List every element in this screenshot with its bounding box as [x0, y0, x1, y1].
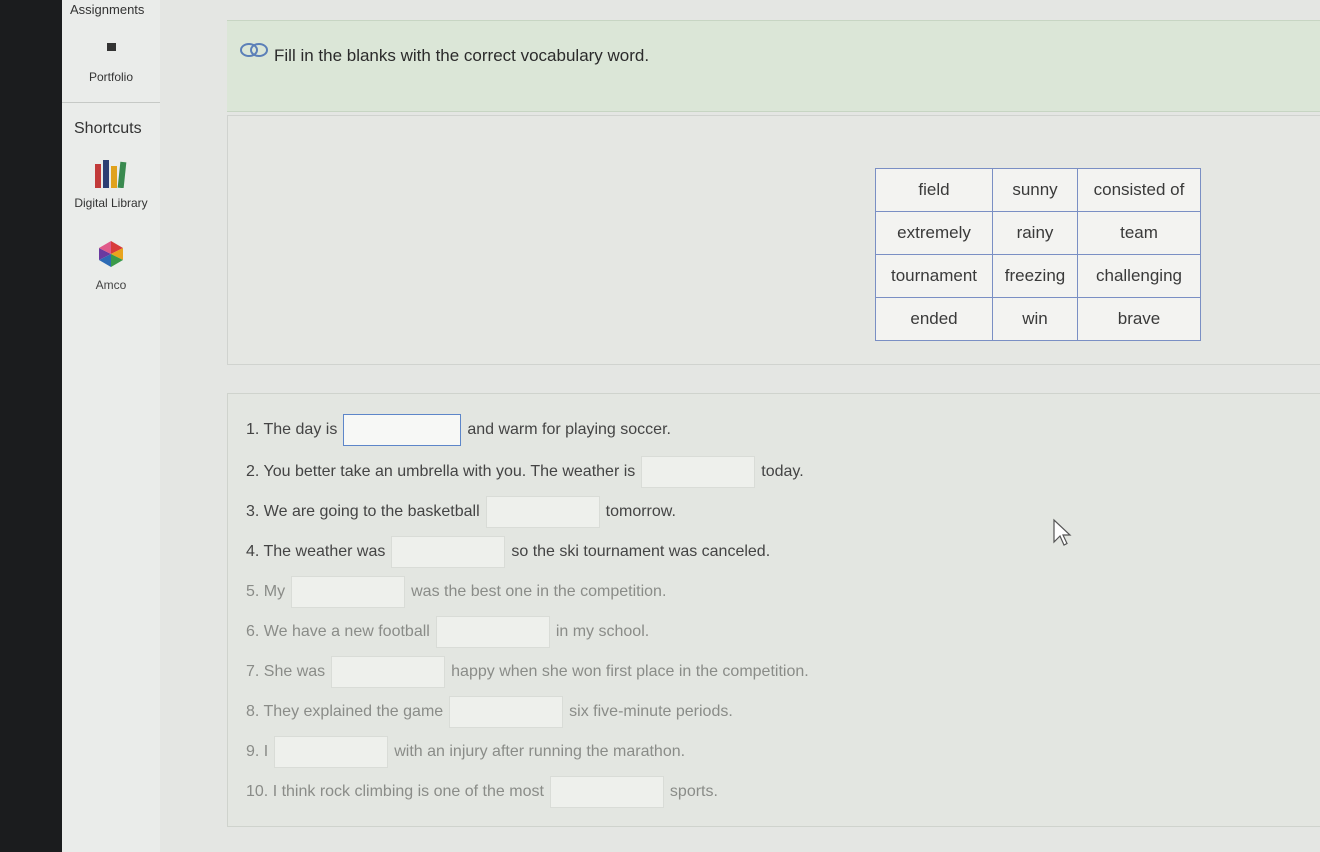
- word-bank-cell: freezing: [992, 254, 1078, 298]
- sidebar-item-amco[interactable]: Amco: [62, 240, 160, 292]
- sentence-row: 7. She was happy when she won first place…: [246, 656, 809, 688]
- sentence-text-before: 8. They explained the game: [246, 703, 444, 720]
- amco-logo-icon: [99, 241, 123, 267]
- answer-input[interactable]: [274, 736, 389, 768]
- shortcuts-title: Shortcuts: [74, 120, 142, 137]
- sidebar-item-label: Portfolio: [88, 70, 134, 84]
- answer-input[interactable]: [331, 656, 446, 688]
- answer-input[interactable]: [291, 576, 406, 608]
- sentence-text-after: so the ski tournament was canceled.: [511, 543, 771, 560]
- sentence-text-after: with an injury after running the maratho…: [394, 743, 686, 760]
- word-bank-cell: team: [1077, 211, 1201, 255]
- sentence-text-after: and warm for playing soccer.: [467, 421, 671, 438]
- word-bank-cell: brave: [1077, 297, 1201, 341]
- sentence-text-after: was the best one in the competition.: [411, 583, 667, 600]
- sentence-row: 8. They explained the game six five-minut…: [246, 696, 733, 728]
- answer-input[interactable]: [549, 776, 664, 808]
- sentence-row: 4. The weather was so the ski tournament …: [246, 536, 770, 568]
- word-bank-table: field sunny consisted of extremely rainy…: [875, 168, 1201, 341]
- sidebar-item-assignments[interactable]: Assignments: [70, 2, 144, 17]
- sentence-text-after: six five-minute periods.: [569, 703, 733, 720]
- sentence-text-after: today.: [761, 463, 804, 480]
- link-icon: [240, 43, 268, 57]
- word-bank-cell: extremely: [875, 211, 993, 255]
- sentence-text-before: 6. We have a new football: [246, 623, 430, 640]
- sentence-text-before: 1. The day is: [246, 421, 338, 438]
- sentence-row: 2. You better take an umbrella with you.…: [246, 456, 804, 488]
- word-bank-row: field sunny consisted of: [875, 168, 1201, 212]
- answer-input[interactable]: [641, 456, 756, 488]
- word-bank-cell: challenging: [1077, 254, 1201, 298]
- mouse-cursor-icon: [1053, 518, 1072, 546]
- sentence-text-before: 2. You better take an umbrella with you.…: [246, 463, 636, 480]
- sentence-text-after: tomorrow.: [605, 503, 676, 520]
- sidebar-item-label: Amco: [95, 278, 127, 292]
- sidebar-divider: [62, 102, 160, 103]
- sidebar-item-digital-library[interactable]: Digital Library: [62, 160, 160, 210]
- sidebar-item-label: Digital Library: [74, 196, 148, 210]
- sentence-text-before: 4. The weather was: [246, 543, 386, 560]
- word-bank-cell: win: [992, 297, 1078, 341]
- sentence-text-before: 5. My: [246, 583, 286, 600]
- answer-input[interactable]: [435, 616, 550, 648]
- sentence-text-before: 10. I think rock climbing is one of the …: [246, 783, 544, 800]
- word-bank-row: tournament freezing challenging: [875, 254, 1201, 298]
- sentence-text-before: 3. We are going to the basketball: [246, 503, 480, 520]
- answer-input[interactable]: [391, 536, 506, 568]
- word-bank-cell: sunny: [992, 168, 1078, 212]
- instruction-text: Fill in the blanks with the correct voca…: [274, 46, 650, 65]
- word-bank-cell: rainy: [992, 211, 1078, 255]
- word-bank-cell: consisted of: [1077, 168, 1201, 212]
- books-icon: [95, 160, 127, 188]
- sentence-text-after: in my school.: [555, 623, 650, 640]
- sentence-row: 3. We are going to the basketball tomorro…: [246, 496, 676, 528]
- answer-input[interactable]: [343, 414, 462, 446]
- sentence-text-after: happy when she won first place in the co…: [451, 663, 809, 680]
- sentence-text-before: 9. I: [246, 743, 269, 760]
- sentence-text-before: 7. She was: [246, 663, 326, 680]
- screen-bezel: [0, 0, 62, 852]
- sentence-text-after: sports.: [669, 783, 718, 800]
- sentence-row: 1. The day is and warm for playing soccer…: [246, 414, 671, 446]
- sentence-row: 10. I think rock climbing is one of the …: [246, 776, 718, 808]
- word-bank-cell: ended: [875, 297, 993, 341]
- sidebar-item-portfolio[interactable]: Portfolio: [62, 38, 160, 84]
- portfolio-icon: [106, 43, 116, 51]
- answer-input[interactable]: [449, 696, 564, 728]
- word-bank-row: ended win brave: [875, 297, 1201, 341]
- word-bank-row: extremely rainy team: [875, 211, 1201, 255]
- word-bank-cell: field: [875, 168, 993, 212]
- instruction-bar: [227, 20, 1320, 112]
- sentence-row: 9. I with an injury after running the mar…: [246, 736, 685, 768]
- word-bank-cell: tournament: [875, 254, 993, 298]
- answer-input[interactable]: [485, 496, 600, 528]
- sentence-row: 6. We have a new football in my school.: [246, 616, 649, 648]
- sentence-row: 5. My was the best one in the competition…: [246, 576, 666, 608]
